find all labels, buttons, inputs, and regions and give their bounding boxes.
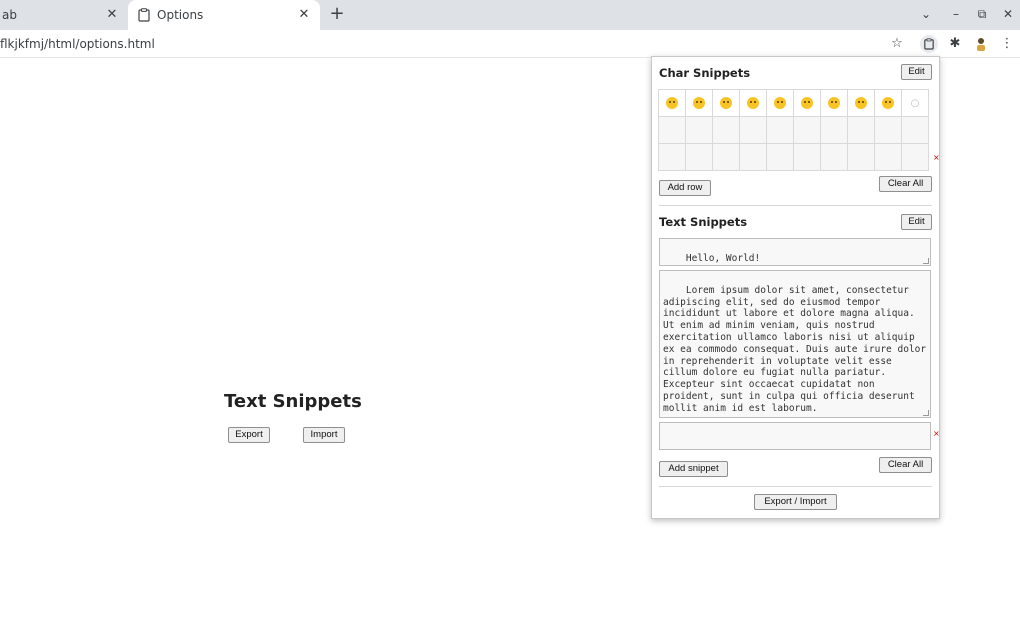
char-cell[interactable]	[847, 143, 875, 171]
page-title: Text Snippets	[224, 391, 362, 412]
grin-emoji-icon	[747, 97, 759, 109]
add-row-button[interactable]: Add row	[659, 180, 711, 196]
tab-label: ab	[2, 8, 17, 22]
snippet-textarea[interactable]	[659, 422, 931, 450]
snippet-textarea[interactable]: Hello, World!	[659, 238, 931, 266]
address-toolbar: flkjkfmj/html/options.html ☆ ✱ ⋮	[0, 30, 1020, 58]
add-snippet-button[interactable]: Add snippet	[659, 461, 728, 477]
char-cell[interactable]	[847, 89, 875, 117]
char-cell[interactable]	[874, 89, 902, 117]
char-cell[interactable]	[793, 89, 821, 117]
char-cell[interactable]	[766, 116, 794, 144]
clipboard-extension-icon[interactable]	[920, 35, 938, 53]
char-cell[interactable]	[712, 89, 740, 117]
export-button[interactable]: Export	[228, 427, 270, 443]
smile-emoji-icon	[720, 97, 732, 109]
char-cell[interactable]	[820, 143, 848, 171]
joy-emoji-icon	[828, 97, 840, 109]
tab-options[interactable]: Options ✕	[128, 0, 320, 30]
snippet-text: Lorem ipsum dolor sit amet, consectetur …	[663, 284, 927, 414]
divider	[659, 205, 932, 206]
char-cell[interactable]	[685, 143, 713, 171]
plus-icon: ○	[910, 97, 920, 109]
export-import-button[interactable]: Export / Import	[754, 494, 837, 510]
text-edit-button[interactable]: Edit	[901, 214, 932, 230]
text-snippets-title: Text Snippets	[659, 215, 748, 229]
char-grid: ○	[658, 89, 929, 171]
tab-label: Options	[157, 8, 204, 22]
grinning-emoji-icon	[666, 97, 678, 109]
tab-previous[interactable]: ab ✕	[0, 0, 128, 30]
char-cell[interactable]	[901, 143, 929, 171]
puzzle-icon[interactable]: ✱	[946, 35, 964, 53]
resize-handle-icon[interactable]	[923, 410, 929, 416]
char-cell[interactable]	[766, 143, 794, 171]
char-cell[interactable]	[658, 143, 686, 171]
char-edit-button[interactable]: Edit	[901, 64, 932, 80]
delete-snippet-icon[interactable]: ×	[933, 429, 940, 438]
char-cell[interactable]	[712, 116, 740, 144]
char-cell[interactable]	[712, 143, 740, 171]
avatar[interactable]	[972, 35, 990, 53]
snippets-popup: Char Snippets Edit ○ × Add row Clear All…	[651, 56, 940, 519]
char-clear-all-button[interactable]: Clear All	[879, 176, 932, 192]
tab-bar: ab ✕ Options ✕ + ⌄ – ⧉ ✕	[0, 0, 1020, 30]
char-cell[interactable]	[658, 116, 686, 144]
snippet-text: Hello, World!	[685, 252, 761, 264]
chevron-down-icon[interactable]: ⌄	[918, 6, 934, 22]
char-cell[interactable]	[793, 143, 821, 171]
star-icon[interactable]: ☆	[888, 35, 906, 53]
char-cell[interactable]	[658, 89, 686, 117]
delete-row-icon[interactable]: ×	[933, 153, 940, 162]
char-cell[interactable]	[874, 143, 902, 171]
minimize-icon[interactable]: –	[948, 6, 964, 22]
char-cell[interactable]	[685, 89, 713, 117]
snippet-textarea[interactable]: Lorem ipsum dolor sit amet, consectetur …	[659, 270, 931, 418]
new-tab-icon[interactable]: +	[327, 4, 347, 24]
char-cell[interactable]	[820, 89, 848, 117]
char-cell[interactable]	[793, 116, 821, 144]
slight-smile-emoji-icon	[882, 97, 894, 109]
char-cell[interactable]	[820, 116, 848, 144]
char-cell[interactable]	[739, 116, 767, 144]
address-bar[interactable]: flkjkfmj/html/options.html	[0, 37, 155, 51]
restore-icon[interactable]: ⧉	[974, 6, 990, 22]
char-cell[interactable]	[739, 143, 767, 171]
sweat-smile-emoji-icon	[801, 97, 813, 109]
clipboard-icon	[138, 8, 150, 22]
rofl-emoji-icon	[855, 97, 867, 109]
text-clear-all-button[interactable]: Clear All	[879, 457, 932, 473]
divider	[659, 486, 932, 487]
close-icon[interactable]: ✕	[296, 7, 312, 23]
import-button[interactable]: Import	[303, 427, 345, 443]
char-cell[interactable]	[874, 116, 902, 144]
resize-handle-icon[interactable]	[923, 258, 929, 264]
close-window-icon[interactable]: ✕	[1000, 6, 1016, 22]
kebab-menu-icon[interactable]: ⋮	[998, 35, 1016, 53]
close-icon[interactable]: ✕	[104, 7, 120, 23]
char-snippets-title: Char Snippets	[659, 66, 751, 80]
smiley-emoji-icon	[693, 97, 705, 109]
char-cell[interactable]	[901, 116, 929, 144]
char-cell[interactable]: ○	[901, 89, 929, 117]
char-cell[interactable]	[847, 116, 875, 144]
char-cell[interactable]	[766, 89, 794, 117]
char-cell[interactable]	[739, 89, 767, 117]
laughing-emoji-icon	[774, 97, 786, 109]
char-cell[interactable]	[685, 116, 713, 144]
